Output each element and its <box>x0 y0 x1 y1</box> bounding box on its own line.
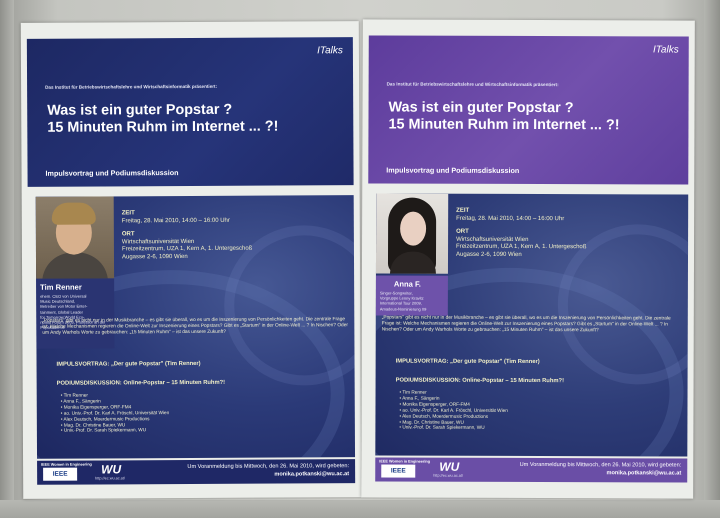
intro-text: Das Institut für Betriebswirtschaftslehr… <box>386 81 559 88</box>
podiumsdiskussion-heading: PODIUMSDISKUSSION: Online-Popstar – 15 M… <box>56 379 226 387</box>
poster-header: ITalks Das Institut für Betriebswirtscha… <box>368 35 689 185</box>
podiumsdiskussion-heading: PODIUMSDISKUSSION: Online-Popstar – 15 M… <box>395 377 565 385</box>
poster-subtitle: Impulsvortrag und Podiumsdiskussion <box>386 165 520 175</box>
speaker-caption: Anna F. Singer-Songwriter, Vorgruppe Len… <box>375 275 448 316</box>
list-item: • Univ.-Prof. Dr. Sarah Spiekermann, WU <box>60 427 147 434</box>
speaker-name: Tim Renner <box>40 282 82 292</box>
poster-title: Was ist ein guter Popstar ? 15 Minuten R… <box>388 100 678 135</box>
impulsvortrag-heading: IMPULSVORTRAG: „Der gute Popstar" (Tim R… <box>395 358 540 366</box>
list-item: • Univ.-Prof. Dr. Sarah Spiekermann, WU <box>399 424 485 431</box>
poster-footer: IEEE Women in Engineering IEEE WU http:/… <box>37 459 356 485</box>
photo-torso <box>41 252 109 279</box>
ieee-wie-label: IEEE Women in Engineering <box>379 459 431 464</box>
registration-note: Um Voranmeldung bis Mittwoch, den 26. Ma… <box>139 463 349 479</box>
speaker-bio: Singer-Songwriter, Vorgruppe Lenny Kravi… <box>379 290 427 312</box>
event-info: ZEIT Freitag, 28. Mai 2010, 14:00 – 16:0… <box>456 208 682 260</box>
wall-edge-right <box>704 0 720 518</box>
title-line-1: Was ist ein guter Popstar ? <box>388 99 574 117</box>
ieee-logo: IEEE <box>43 467 78 481</box>
ort-line-3: Augasse 2-6, 1090 Wien <box>121 253 188 261</box>
poster-tim-renner: ITalks Das Institut für Betriebswirtscha… <box>20 21 362 499</box>
footer-url: http://ec.wu.ac.at/ <box>433 473 464 478</box>
speaker-caption: Tim Renner ehem. CEO von Universal Music… <box>36 278 115 349</box>
panel-list: • Tim Renner • Anna F., Sängerin • Monik… <box>61 392 170 434</box>
panel-list: • Tim Renner • Anna F., Sängerin • Monik… <box>399 390 508 432</box>
registration-note: Um Voranmeldung bis Mittwoch, den 26. Ma… <box>471 462 682 478</box>
event-info: ZEIT Freitag, 28. Mai 2010, 14:00 – 16:0… <box>122 209 348 262</box>
title-line-2: 15 Minuten Ruhm im Internet ... ?! <box>47 118 279 136</box>
ieee-wie-label: IEEE Women in Engineering <box>41 462 92 467</box>
title-line-2: 15 Minuten Ruhm im Internet ... ?! <box>388 116 620 134</box>
poster-header: ITalks Das Institut für Betriebswirtscha… <box>26 37 354 187</box>
wu-logo: WU <box>101 462 122 477</box>
italks-logo: ITalks <box>317 45 343 57</box>
description-paragraph: „Popstars" gibt es nicht nur in der Musi… <box>381 315 671 334</box>
wall-edge-left <box>0 0 14 518</box>
poster-body: Anna F. Singer-Songwriter, Vorgruppe Len… <box>375 193 689 457</box>
footer-url: http://ec.wu.ac.at/ <box>95 476 125 481</box>
impulsvortrag-heading: IMPULSVORTRAG: „Der gute Popstar" (Tim R… <box>56 360 201 368</box>
title-line-1: Was ist ein guter Popstar ? <box>47 101 233 119</box>
poster-title: Was ist ein guter Popstar ? 15 Minuten R… <box>47 101 343 137</box>
speaker-photo <box>35 196 115 279</box>
photo-hair <box>51 202 96 225</box>
italks-logo: ITalks <box>652 44 679 56</box>
description-paragraph: „Popstars" gibt es nicht nur in der Musi… <box>42 317 349 336</box>
registration-email: monika.potkanski@wu.ac.at <box>274 470 350 478</box>
poster-subtitle: Impulsvortrag und Podiumsdiskussion <box>45 168 179 178</box>
wall-bottom <box>0 500 720 518</box>
poster-body: Tim Renner ehem. CEO von Universal Music… <box>35 195 356 459</box>
speaker-name: Anna F. <box>393 279 421 289</box>
poster-anna-f: ITalks Das Institut für Betriebswirtscha… <box>361 19 695 499</box>
wu-logo: WU <box>439 459 460 474</box>
registration-email: monika.potkanski@wu.ac.at <box>606 469 682 477</box>
speaker-photo <box>375 193 449 274</box>
ort-line-3: Augasse 2-6, 1090 Wien <box>456 251 522 258</box>
intro-text: Das Institut für Betriebswirtschaftslehr… <box>45 83 218 90</box>
photo-face <box>400 211 427 246</box>
poster-footer: IEEE Women in Engineering IEEE WU http:/… <box>375 457 688 483</box>
ieee-logo: IEEE <box>381 464 416 478</box>
